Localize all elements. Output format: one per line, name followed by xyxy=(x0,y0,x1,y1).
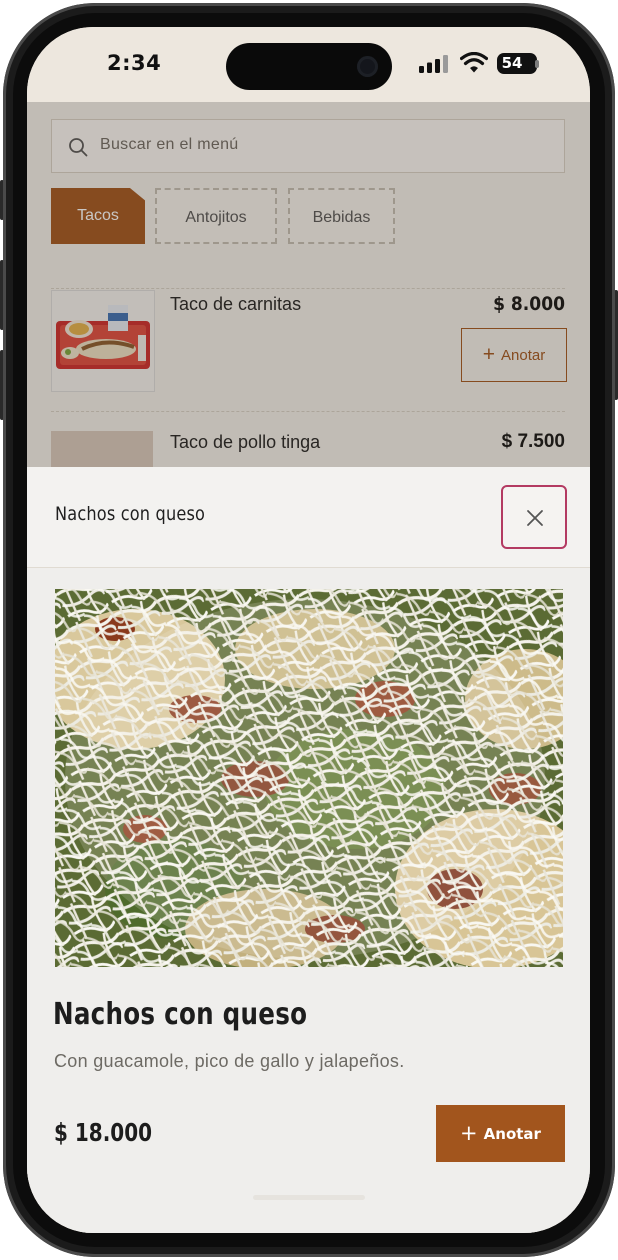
status-bar: 2:34 54 xyxy=(27,27,590,102)
sheet-header: Nachos con queso xyxy=(27,467,590,568)
plus-icon: + xyxy=(460,1121,478,1145)
battery-icon: 54 xyxy=(497,53,539,74)
add-button-label: Anotar xyxy=(483,1125,541,1143)
cellular-signal-icon xyxy=(419,55,448,73)
add-to-order-button[interactable]: + Anotar xyxy=(436,1105,565,1162)
product-description: Con guacamole, pico de gallo y jalapeños… xyxy=(54,1051,405,1071)
close-button[interactable] xyxy=(501,485,567,549)
screen: Buscar en el menú Tacos Antojitos Bebida… xyxy=(27,27,590,1233)
sheet-title: Nachos con queso xyxy=(55,503,206,525)
battery-cap xyxy=(535,60,539,68)
close-icon xyxy=(527,510,543,526)
product-name: Nachos con queso xyxy=(53,997,308,1032)
camera-icon xyxy=(357,56,378,77)
status-time: 2:34 xyxy=(107,51,162,75)
product-price: $ 18.000 xyxy=(54,1118,153,1147)
product-sheet: Nachos con queso Nachos con queso Con gu… xyxy=(27,467,590,1233)
battery-percent: 54 xyxy=(501,54,523,72)
home-indicator[interactable] xyxy=(253,1195,365,1200)
product-photo xyxy=(55,589,563,967)
wifi-icon xyxy=(460,52,488,73)
dynamic-island xyxy=(226,43,392,90)
